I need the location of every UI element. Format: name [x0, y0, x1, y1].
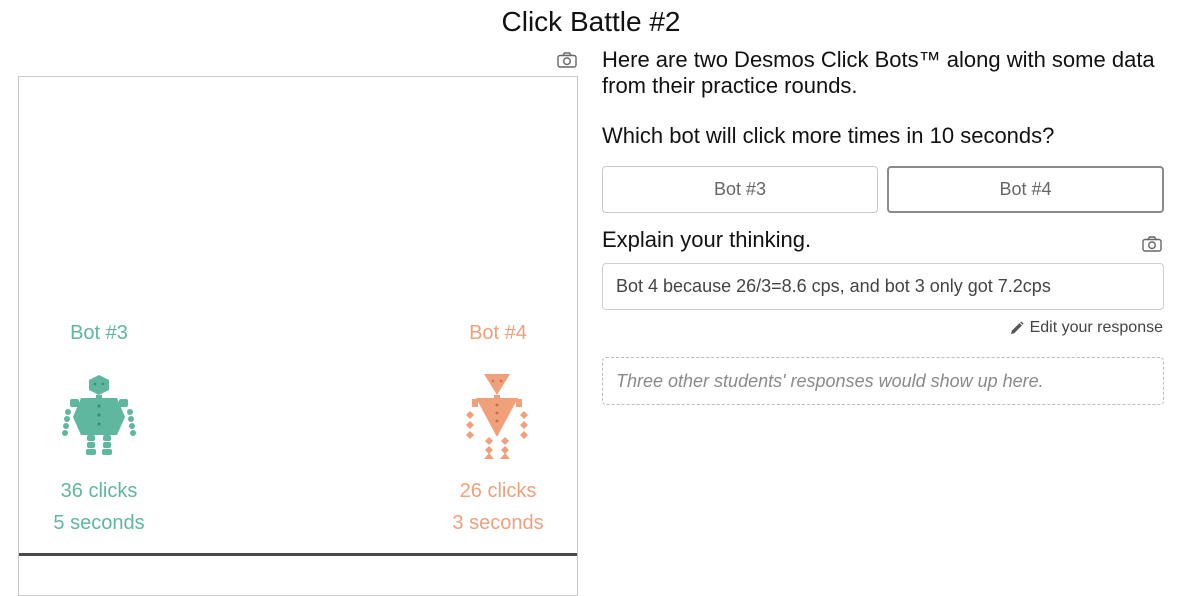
bot-3-clicks: 36 clicks	[60, 480, 138, 502]
bot-4-card: Bot #4	[428, 322, 568, 345]
camera-icon[interactable]	[1142, 236, 1162, 252]
bots-canvas: Bot #3 36 clicks 5 seconds Bot #4 26 cli…	[18, 76, 578, 596]
explain-prompt: Explain your thinking.	[602, 227, 812, 252]
bot-4-label: Bot #4	[469, 322, 527, 344]
edit-response-label: Edit your response	[1029, 319, 1163, 336]
bot-3-seconds: 5 seconds	[53, 512, 145, 534]
bot-3-card: Bot #3	[29, 322, 169, 345]
edit-response-link[interactable]: Edit your response	[1009, 319, 1163, 337]
pencil-icon	[1010, 320, 1024, 334]
bot-3-robot-icon	[62, 375, 136, 455]
bot-4-clicks: 26 clicks	[459, 480, 537, 502]
bot-4-robot-icon	[466, 374, 528, 459]
bot-3-label: Bot #3	[70, 322, 128, 344]
bot-3-stats: 36 clicks 5 seconds	[29, 475, 169, 539]
bot-4-seconds: 3 seconds	[452, 512, 544, 534]
camera-icon[interactable]	[557, 52, 577, 68]
response-textbox[interactable]: Bot 4 because 26/3=8.6 cps, and bot 3 on…	[602, 263, 1164, 310]
canvas-divider	[19, 553, 577, 556]
bot-4-stats: 26 clicks 3 seconds	[428, 475, 568, 539]
page-title: Click Battle #2	[501, 6, 681, 37]
question-prompt: Which bot will click more times in 10 se…	[602, 123, 1055, 148]
choice-bot-3-button[interactable]: Bot #3	[602, 166, 878, 213]
other-responses-placeholder: Three other students' responses would sh…	[602, 357, 1164, 405]
choice-bot-4-button[interactable]: Bot #4	[887, 166, 1164, 213]
question-intro: Here are two Desmos Click Bots™ along wi…	[602, 47, 1155, 98]
